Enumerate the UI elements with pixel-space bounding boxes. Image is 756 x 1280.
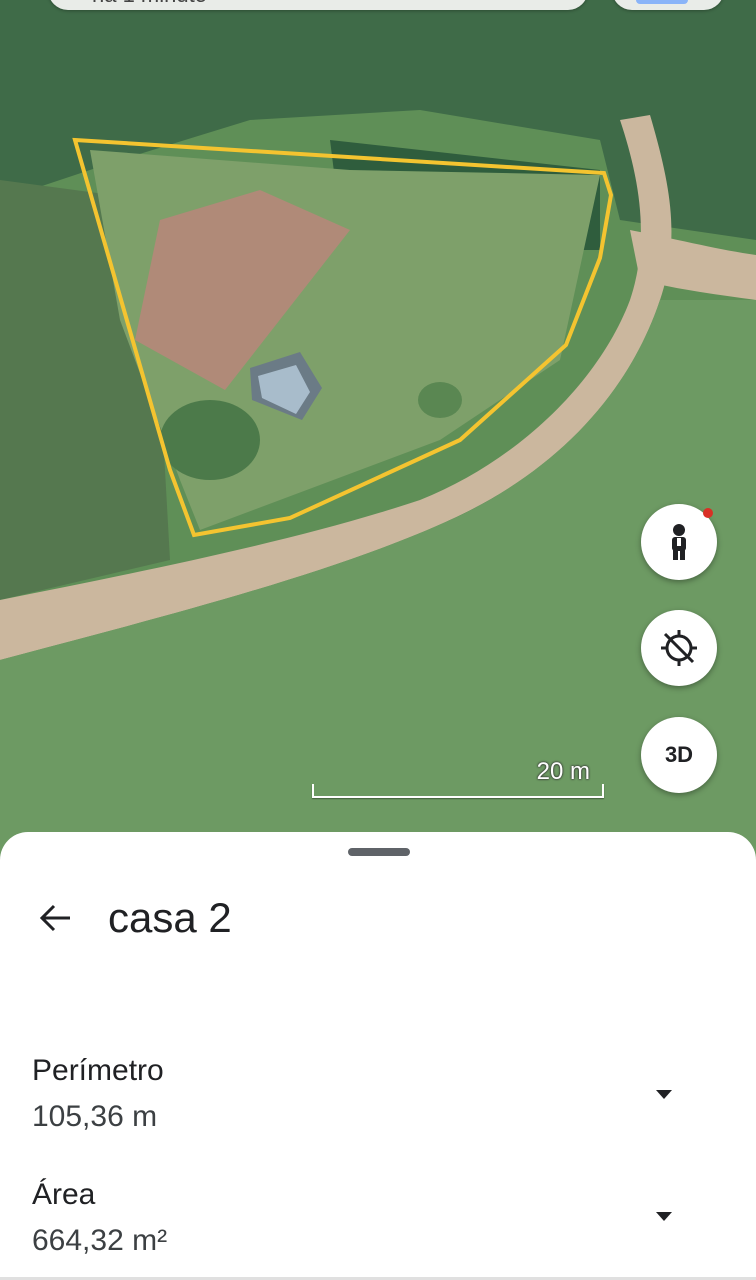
top-bar-text: há 1 minuto [92,0,207,8]
street-view-button[interactable] [641,504,717,580]
three-d-button[interactable]: 3D [641,717,717,793]
scale-line [312,784,604,798]
location-disabled-icon [661,630,697,666]
scale-bar: 20 m [312,758,604,800]
dropdown-arrow-icon[interactable] [652,1208,676,1224]
location-button[interactable] [641,610,717,686]
area-label: Área [32,1178,96,1211]
satellite-map[interactable]: há 1 minuto 3D 20 m [0,0,756,860]
drag-handle[interactable] [348,848,410,856]
person-icon [672,524,686,560]
perimeter-value: 105,36 m [32,1100,158,1133]
area-value: 664,32 m² [32,1224,168,1257]
top-search-bar[interactable]: há 1 minuto [48,0,588,10]
notification-dot [703,508,713,518]
scale-label: 20 m [536,758,590,785]
measurement-title: casa 2 [108,894,232,941]
dropdown-arrow-icon[interactable] [652,1086,676,1102]
satellite-imagery [0,0,756,860]
status-chip [636,0,688,4]
perimeter-label: Perímetro [32,1054,164,1087]
top-right-chip[interactable] [612,0,724,10]
bottom-sheet[interactable]: casa 2 Perímetro 105,36 m Área 664,32 m² [0,832,756,1280]
arrow-back-icon[interactable] [36,898,76,938]
